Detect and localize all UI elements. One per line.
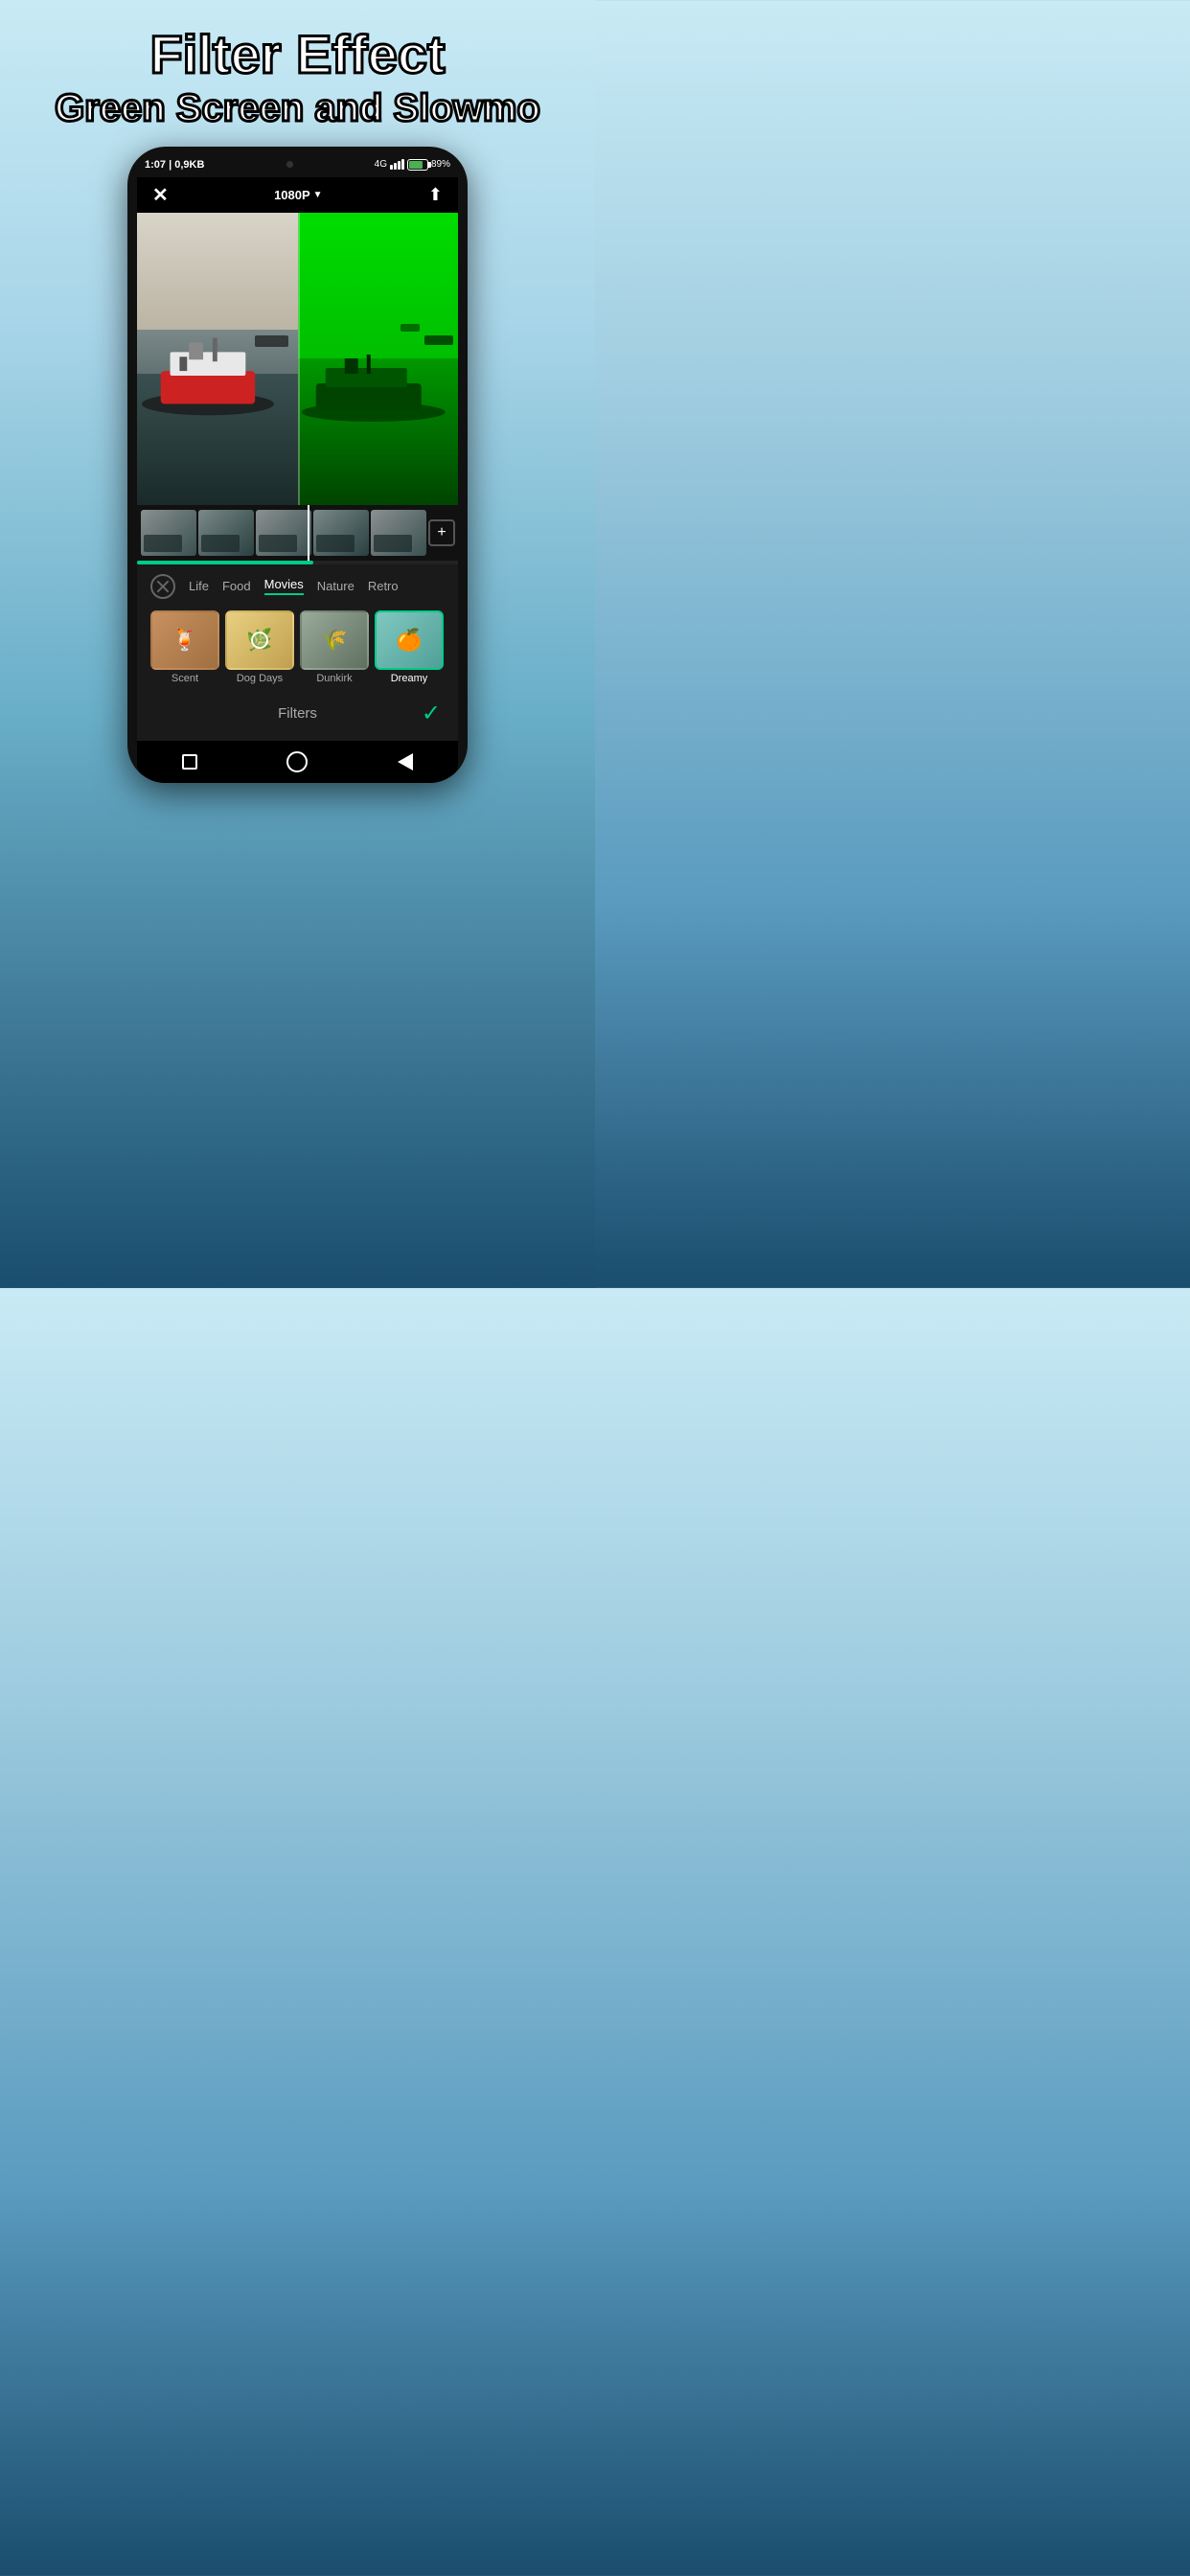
timeline-thumb-5 <box>371 510 426 556</box>
filter-categories: Life Food Movies Nature Retro <box>137 564 458 607</box>
nav-home-icon[interactable] <box>286 751 308 772</box>
filter-cat-life[interactable]: Life <box>189 579 209 593</box>
filter-label-dunkirk: Dunkirk <box>300 673 369 684</box>
video-toolbar: ✕ 1080P ▼ ⬆ <box>137 177 458 213</box>
timeline-thumb-3 <box>256 510 311 556</box>
android-nav-bar <box>137 741 458 783</box>
video-left-panel <box>137 213 298 505</box>
iphone-frame: 1:07 | 0,9KB 4G 89% ✕ <box>127 147 468 783</box>
camera-notch <box>251 156 328 173</box>
app-container: Filter Effect Green Screen and Slowmo 1:… <box>0 0 595 1288</box>
filter-label-dreamy: Dreamy <box>375 673 444 684</box>
battery-pct: 89% <box>431 159 450 170</box>
timeline-thumb-1 <box>141 510 196 556</box>
filter-thumb-dunkirk[interactable]: 🌾 Dunkirk <box>300 610 369 684</box>
filter-footer: Filters ✓ <box>137 694 458 741</box>
timeline-thumb-4 <box>313 510 369 556</box>
status-time: 1:07 | 0,9KB <box>145 159 204 171</box>
video-right-panel <box>298 213 459 505</box>
filter-cat-retro[interactable]: Retro <box>368 579 399 593</box>
check-button[interactable]: ✓ <box>422 700 441 727</box>
filter-thumb-dreamy[interactable]: 🍊 Dreamy <box>375 610 444 684</box>
title-line2: Green Screen and Slowmo <box>19 85 576 131</box>
timeline-strip[interactable]: + <box>137 505 458 561</box>
status-bar: 1:07 | 0,9KB 4G 89% <box>137 156 458 177</box>
timeline-playhead <box>308 505 309 561</box>
signal-bars <box>390 159 404 170</box>
nav-back-icon[interactable] <box>398 753 413 770</box>
filter-cat-movies[interactable]: Movies <box>264 577 304 595</box>
filter-label-scent: Scent <box>150 673 219 684</box>
close-icon[interactable]: ✕ <box>152 183 169 207</box>
split-divider <box>298 213 300 505</box>
export-icon[interactable]: ⬆ <box>428 185 443 205</box>
title-line1: Filter Effect <box>19 27 576 83</box>
filter-no-filter[interactable] <box>150 574 175 599</box>
title-section: Filter Effect Green Screen and Slowmo <box>0 0 595 139</box>
status-right: 4G 89% <box>375 159 450 171</box>
resolution-selector[interactable]: 1080P ▼ <box>274 188 323 202</box>
video-preview <box>137 213 458 505</box>
filters-label: Filters <box>250 705 346 722</box>
filter-thumbnails: 🍹 Scent 🌿 Dog Days <box>137 607 458 694</box>
signal-label: 4G <box>375 159 387 170</box>
filter-thumb-scent[interactable]: 🍹 Scent <box>150 610 219 684</box>
resolution-label: 1080P <box>274 188 310 202</box>
add-clip-button[interactable]: + <box>428 519 455 546</box>
filter-cat-food[interactable]: Food <box>222 579 251 593</box>
battery-icon <box>407 159 428 171</box>
resolution-arrow-icon: ▼ <box>313 190 323 200</box>
nav-square-icon[interactable] <box>182 754 197 770</box>
filter-thumb-dogdays[interactable]: 🌿 Dog Days <box>225 610 294 684</box>
filter-label-dogdays: Dog Days <box>225 673 294 684</box>
timeline-thumb-2 <box>198 510 254 556</box>
filter-adjust-dot <box>251 632 268 649</box>
filter-cat-nature[interactable]: Nature <box>317 579 355 593</box>
